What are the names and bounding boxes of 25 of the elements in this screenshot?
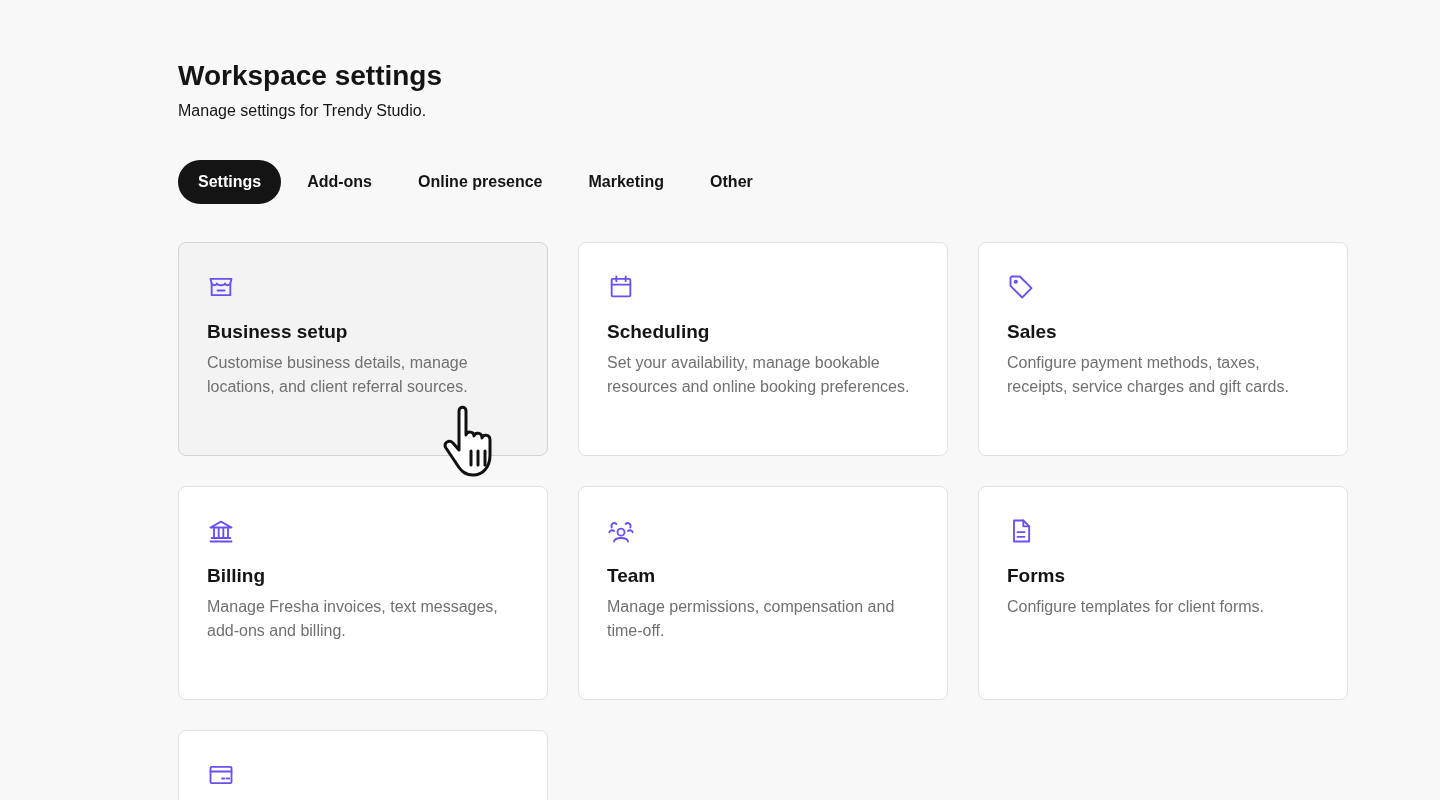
card-title: Team — [607, 565, 657, 587]
card-description: Set your availability, manage bookable resources and online booking preferences. — [607, 353, 911, 397]
tab[interactable]: Marketing — [568, 160, 685, 204]
tab[interactable]: Settings — [178, 160, 282, 204]
card-description: Configure payment methods, taxes, receipts, service charges and gift cards. — [1007, 353, 1290, 397]
card-title: Sales — [1007, 321, 1058, 343]
card-title: Business setup — [207, 321, 349, 343]
card-description: Configure templates for client forms. — [1007, 597, 1265, 617]
settings-card[interactable]: Forms Configure templates for client forms. — [978, 486, 1348, 700]
tab[interactable]: Online presence — [398, 160, 563, 204]
page-subtitle: Manage settings for Trendy Studio. — [178, 102, 428, 120]
settings-card[interactable]: Billing Manage Fresha invoices, text messages, add-ons and billing. — [178, 486, 548, 700]
tab[interactable]: Other — [690, 160, 773, 204]
settings-card[interactable]: Sales Configure payment methods, taxes, receipts, service charges and gift cards. — [978, 242, 1348, 456]
card-description: Customise business details, manage locations, and client referral sources. — [207, 353, 469, 397]
card-title: Scheduling — [607, 321, 711, 343]
settings-card[interactable]: Scheduling Set your availability, manage bookable resources and online booking preferences. — [578, 242, 948, 456]
settings-card[interactable]: Team Manage permissions, compensation and time-off. — [578, 486, 948, 700]
tab[interactable]: Add-ons — [287, 160, 392, 204]
card-description: Manage Fresha invoices, text messages, add-ons and billing. — [207, 597, 499, 641]
card-title: Forms — [1007, 565, 1067, 587]
tag-icon — [1007, 273, 1035, 301]
card-description: Manage permissions, compensation and time-off. — [607, 597, 896, 641]
page-title: Workspace settings — [178, 60, 444, 92]
card-title: Billing — [207, 565, 267, 587]
